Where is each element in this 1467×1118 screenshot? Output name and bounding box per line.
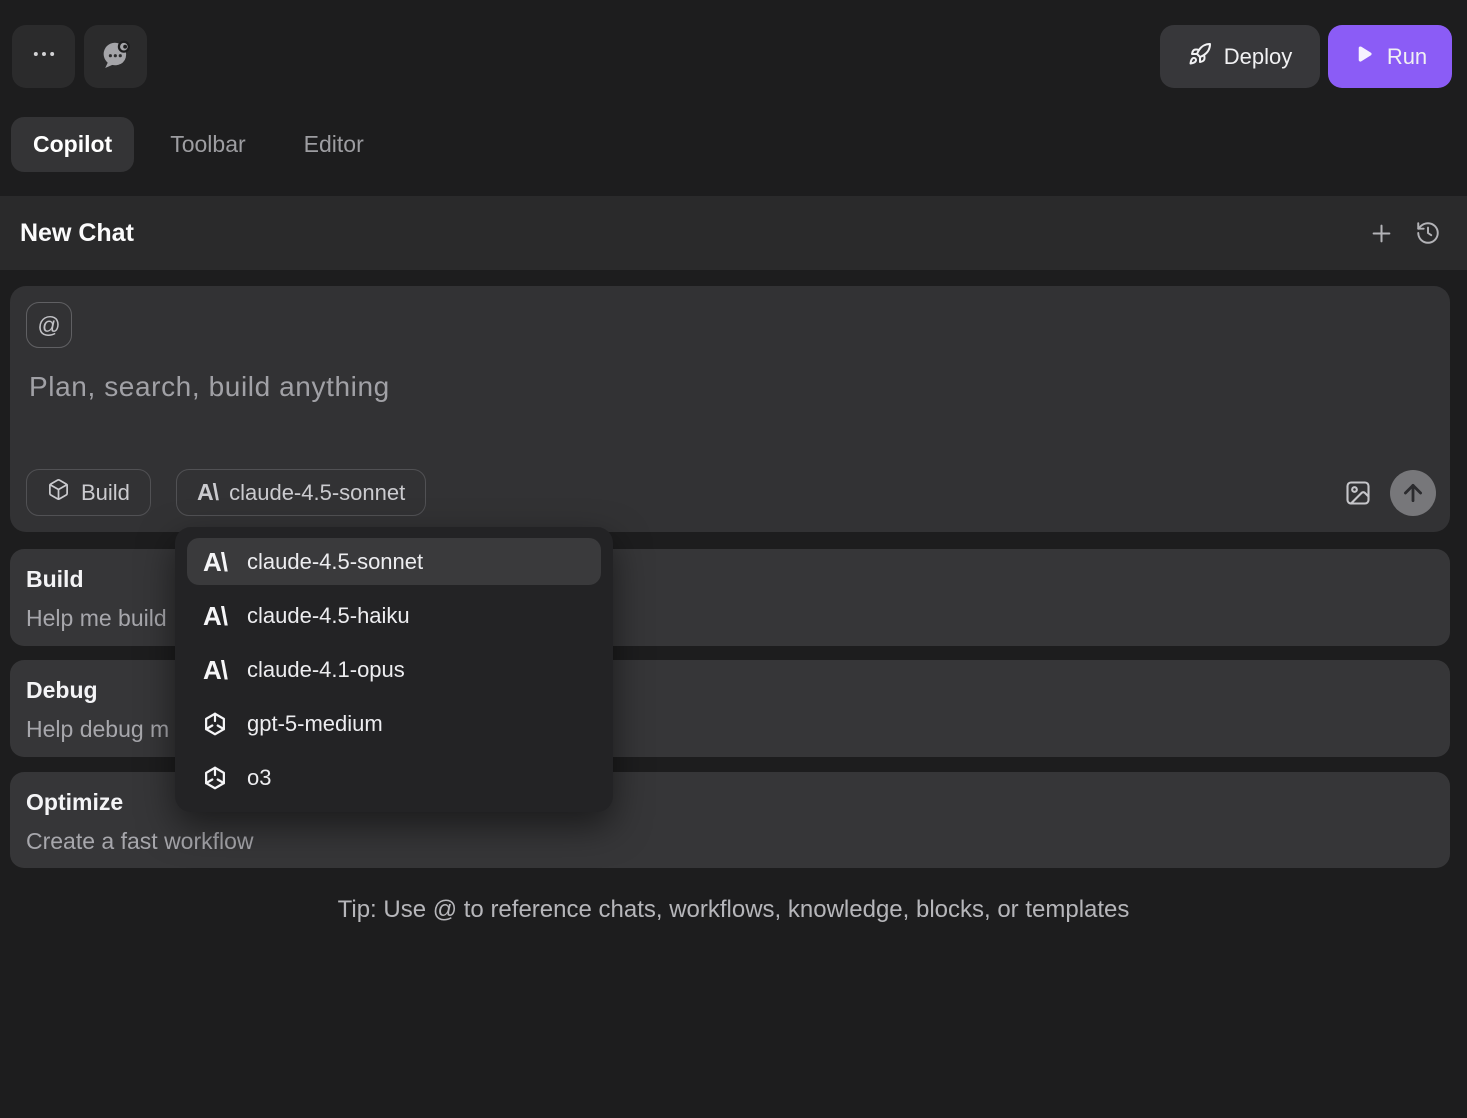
- openai-icon: [200, 710, 230, 738]
- model-option-label: gpt-5-medium: [247, 711, 383, 737]
- chat-input-placeholder[interactable]: Plan, search, build anything: [29, 371, 390, 403]
- model-option-label: claude-4.5-sonnet: [247, 549, 423, 575]
- more-options-button[interactable]: [12, 25, 75, 88]
- mode-selector-button[interactable]: Build: [26, 469, 151, 516]
- model-option-claude-4-1-opus[interactable]: A\ claude-4.1-opus: [187, 646, 601, 693]
- send-button[interactable]: [1390, 470, 1436, 516]
- model-option-gpt-5-medium[interactable]: gpt-5-medium: [187, 700, 601, 747]
- model-option-label: o3: [247, 765, 271, 791]
- arrow-up-icon: [1400, 480, 1426, 506]
- mention-button[interactable]: @: [26, 302, 72, 348]
- anthropic-icon: A\: [197, 481, 218, 504]
- chat-mascot-icon: [98, 36, 134, 77]
- play-icon: [1353, 43, 1375, 71]
- deploy-button[interactable]: Deploy: [1160, 25, 1320, 88]
- card-subtitle: Create a fast workflow: [26, 828, 1434, 855]
- attach-image-button[interactable]: [1344, 479, 1372, 507]
- history-icon: [1415, 220, 1441, 246]
- anthropic-icon: A\: [203, 657, 227, 683]
- box-icon: [47, 478, 70, 507]
- run-label: Run: [1387, 44, 1427, 70]
- copilot-assistant-button[interactable]: [84, 25, 147, 88]
- model-option-label: claude-4.1-opus: [247, 657, 405, 683]
- model-option-claude-4-5-sonnet[interactable]: A\ claude-4.5-sonnet: [187, 538, 601, 585]
- model-selector-button[interactable]: A\ claude-4.5-sonnet: [176, 469, 426, 516]
- chat-input-panel[interactable]: @ Plan, search, build anything Build A\ …: [10, 286, 1450, 532]
- new-chat-button[interactable]: [1368, 220, 1395, 247]
- run-button[interactable]: Run: [1328, 25, 1452, 88]
- chat-title: New Chat: [20, 219, 134, 248]
- rocket-icon: [1188, 42, 1212, 72]
- anthropic-icon: A\: [203, 549, 227, 575]
- tip-text: Tip: Use @ to reference chats, workflows…: [0, 896, 1467, 924]
- tab-toolbar[interactable]: Toolbar: [148, 117, 267, 172]
- model-option-o3[interactable]: o3: [187, 754, 601, 801]
- selected-model-label: claude-4.5-sonnet: [229, 480, 405, 506]
- plus-icon: [1368, 220, 1395, 247]
- tab-copilot[interactable]: Copilot: [11, 117, 134, 172]
- ellipsis-icon: [30, 40, 58, 73]
- openai-icon: [200, 764, 230, 792]
- panel-tabs: Copilot Toolbar Editor: [11, 117, 386, 172]
- chat-history-button[interactable]: [1415, 220, 1441, 246]
- model-option-claude-4-5-haiku[interactable]: A\ claude-4.5-haiku: [187, 592, 601, 639]
- anthropic-icon: A\: [203, 603, 227, 629]
- image-icon: [1344, 479, 1372, 507]
- at-icon: @: [37, 312, 60, 339]
- deploy-label: Deploy: [1224, 44, 1292, 70]
- model-option-label: claude-4.5-haiku: [247, 603, 410, 629]
- mode-label: Build: [81, 480, 130, 506]
- model-dropdown: A\ claude-4.5-sonnet A\ claude-4.5-haiku…: [175, 527, 613, 812]
- chat-header-bar: New Chat: [0, 196, 1467, 270]
- copilot-panel: Deploy Run Copilot Toolbar Editor New Ch…: [0, 0, 1467, 1118]
- tab-editor[interactable]: Editor: [282, 117, 386, 172]
